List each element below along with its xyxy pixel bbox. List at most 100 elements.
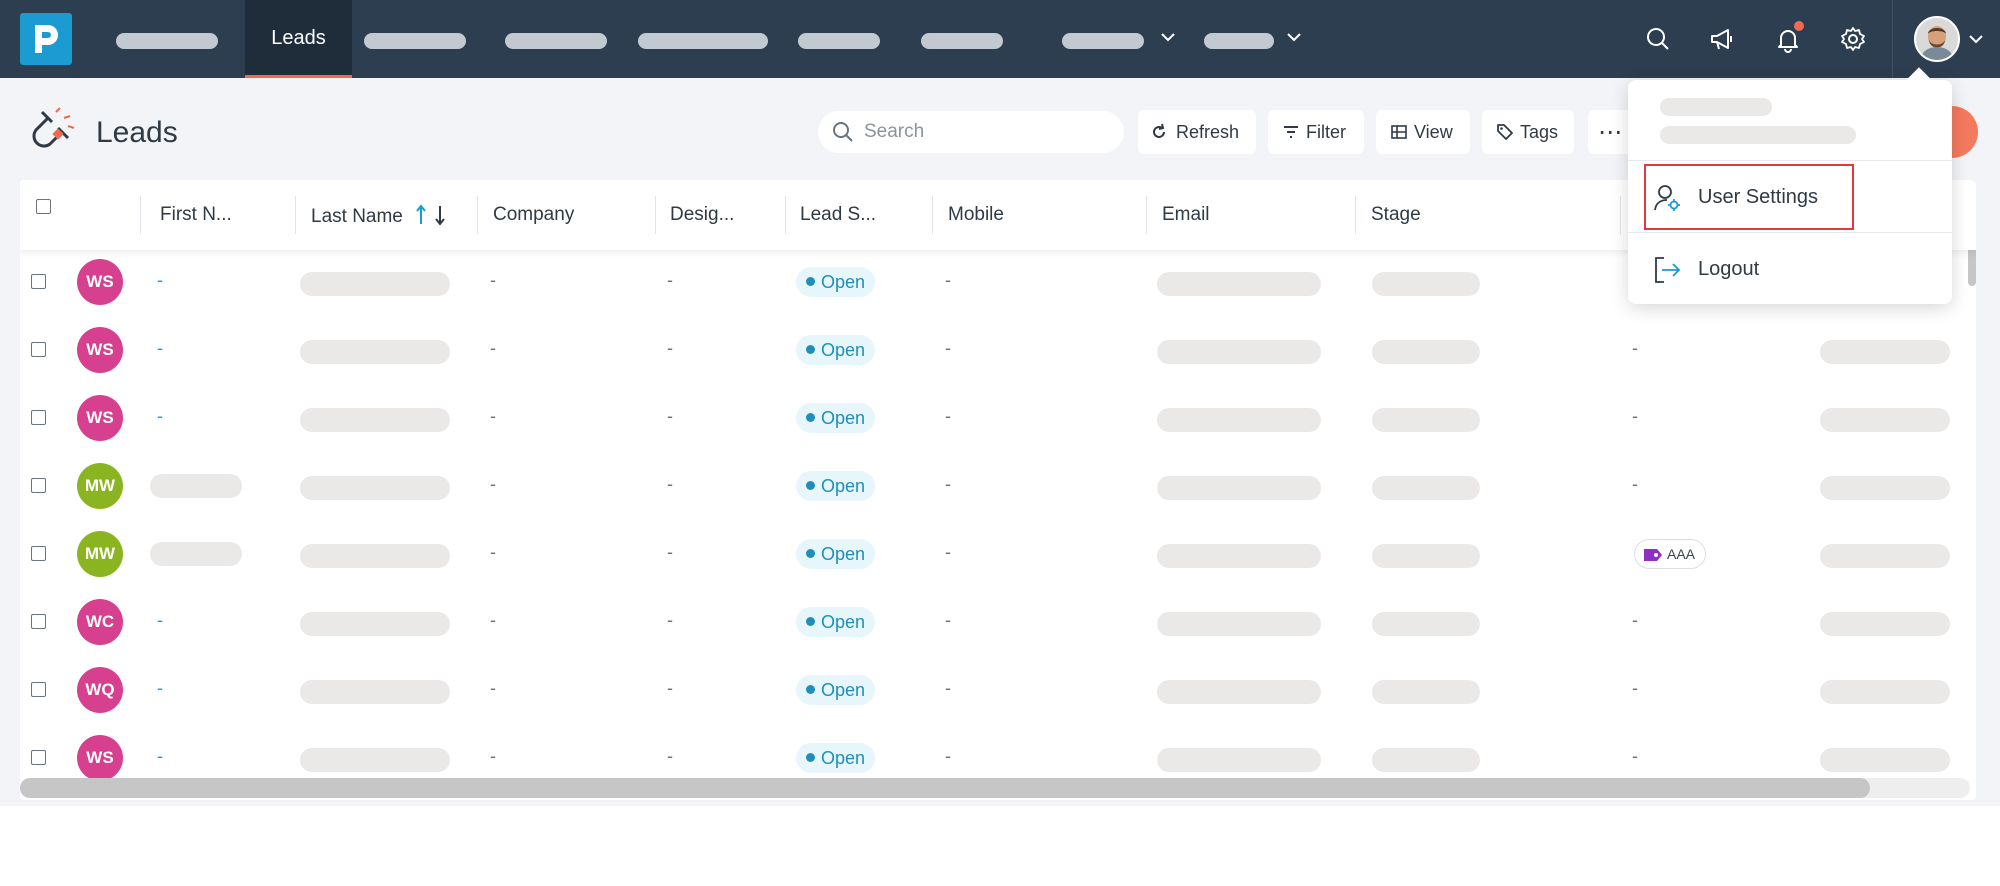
user-email-redacted [1660,126,1856,144]
extra-column-redacted [1820,612,1950,636]
nav-tab-redacted[interactable] [116,33,218,49]
select-all-checkbox[interactable] [36,199,51,214]
app-root: Leads Leads Search Refresh Filter View T… [0,0,2000,806]
column-header-lead-status[interactable]: Lead S... [800,204,876,226]
first-name-cell[interactable]: - [157,406,163,427]
last-name-redacted [300,272,450,296]
megaphone-icon[interactable] [1707,24,1737,54]
column-header-designation[interactable]: Desig... [670,204,734,226]
row-checkbox[interactable] [31,274,46,289]
email-redacted [1157,612,1321,636]
mobile-cell: - [945,338,951,358]
column-header-company[interactable]: Company [493,204,574,226]
lead-avatar[interactable]: MW [77,463,123,509]
lead-avatar[interactable]: WS [77,735,123,781]
extra-column-redacted [1820,680,1950,704]
table-row[interactable]: WS - - - Open - - [20,316,1976,384]
highlight-box [1644,164,1854,230]
nav-tab-redacted[interactable] [364,33,466,49]
table-row[interactable]: WC - - - Open - - [20,588,1976,656]
logout-icon [1655,257,1681,283]
designation-cell: - [667,474,673,494]
user-dropdown-menu: User Settings Logout [1628,67,1952,304]
refresh-label: Refresh [1176,122,1240,142]
horizontal-scrollbar-thumb[interactable] [20,778,1870,798]
designation-cell: - [667,746,673,766]
row-checkbox[interactable] [31,546,46,561]
row-checkbox[interactable] [31,750,46,765]
column-divider [1355,196,1356,234]
sort-descending-icon[interactable] [433,204,447,226]
mobile-cell: - [945,474,951,494]
row-checkbox[interactable] [31,478,46,493]
chevron-down-icon[interactable] [1966,29,1986,49]
tags-button[interactable]: Tags [1482,110,1574,154]
row-checkbox[interactable] [31,614,46,629]
dropdown-divider [1628,232,1952,233]
view-button[interactable]: View [1376,110,1470,154]
first-name-cell[interactable]: - [157,678,163,699]
table-row[interactable]: WQ - - - Open - - [20,656,1976,724]
search-box[interactable] [818,111,1124,153]
lead-avatar[interactable]: MW [77,531,123,577]
search-icon[interactable] [1643,24,1673,54]
lead-avatar[interactable]: WC [77,599,123,645]
nav-tab-redacted[interactable] [921,33,1003,49]
row-checkbox[interactable] [31,410,46,425]
company-cell: - [490,474,496,494]
filter-button[interactable]: Filter [1268,110,1364,154]
first-name-cell[interactable]: - [157,270,163,291]
lead-avatar[interactable]: WS [77,327,123,373]
first-name-cell[interactable]: - [157,338,163,359]
nav-tab-redacted[interactable] [1204,33,1274,49]
column-header-last-name[interactable]: Last Name [311,204,447,228]
magnet-leads-icon [32,107,75,148]
row-checkbox[interactable] [31,342,46,357]
app-logo[interactable] [20,13,72,65]
filter-label: Filter [1306,122,1346,142]
company-cell: - [490,338,496,358]
search-input[interactable] [864,119,1104,145]
row-checkbox[interactable] [31,682,46,697]
first-name-cell[interactable]: - [157,610,163,631]
mobile-cell: - [945,270,951,290]
company-cell: - [490,406,496,426]
first-name-cell[interactable]: - [157,746,163,767]
tag-label: AAA [1667,546,1696,562]
column-header-first-name[interactable]: First N... [160,204,232,226]
chevron-down-icon[interactable] [1284,27,1304,47]
column-divider [932,196,933,234]
column-header-email[interactable]: Email [1162,204,1210,226]
lead-avatar[interactable]: WS [77,259,123,305]
nav-tab-redacted[interactable] [638,33,768,49]
chevron-down-icon[interactable] [1158,27,1178,47]
lead-status-badge: Open [796,403,876,433]
extra-column-redacted [1820,408,1950,432]
nav-tab-redacted[interactable] [1062,33,1144,49]
nav-tab-redacted[interactable] [505,33,607,49]
user-avatar[interactable] [1914,16,1960,62]
table-row[interactable]: WS - - - Open - - [20,384,1976,452]
designation-cell: - [667,678,673,698]
sort-ascending-icon[interactable] [414,204,428,226]
tag-badge[interactable]: AAA [1634,539,1707,569]
table-row[interactable]: MW - - Open - AAA [20,520,1976,588]
column-divider [655,196,656,234]
refresh-button[interactable]: Refresh [1138,110,1256,154]
lead-avatar[interactable]: WQ [77,667,123,713]
nav-tab-redacted[interactable] [798,33,880,49]
tag-icon [1497,124,1513,140]
column-header-stage[interactable]: Stage [1371,204,1421,226]
stage-redacted [1372,340,1480,364]
nav-tab-leads[interactable]: Leads [245,0,352,78]
table-row[interactable]: MW - - Open - - [20,452,1976,520]
column-header-mobile[interactable]: Mobile [948,204,1004,226]
last-name-redacted [300,544,450,568]
logout-menu-item[interactable]: Logout [1628,234,1952,304]
gear-icon[interactable] [1838,24,1868,54]
stage-redacted [1372,612,1480,636]
email-redacted [1157,272,1321,296]
lead-avatar[interactable]: WS [77,395,123,441]
company-cell: - [490,678,496,698]
extra-column-redacted [1820,748,1950,772]
